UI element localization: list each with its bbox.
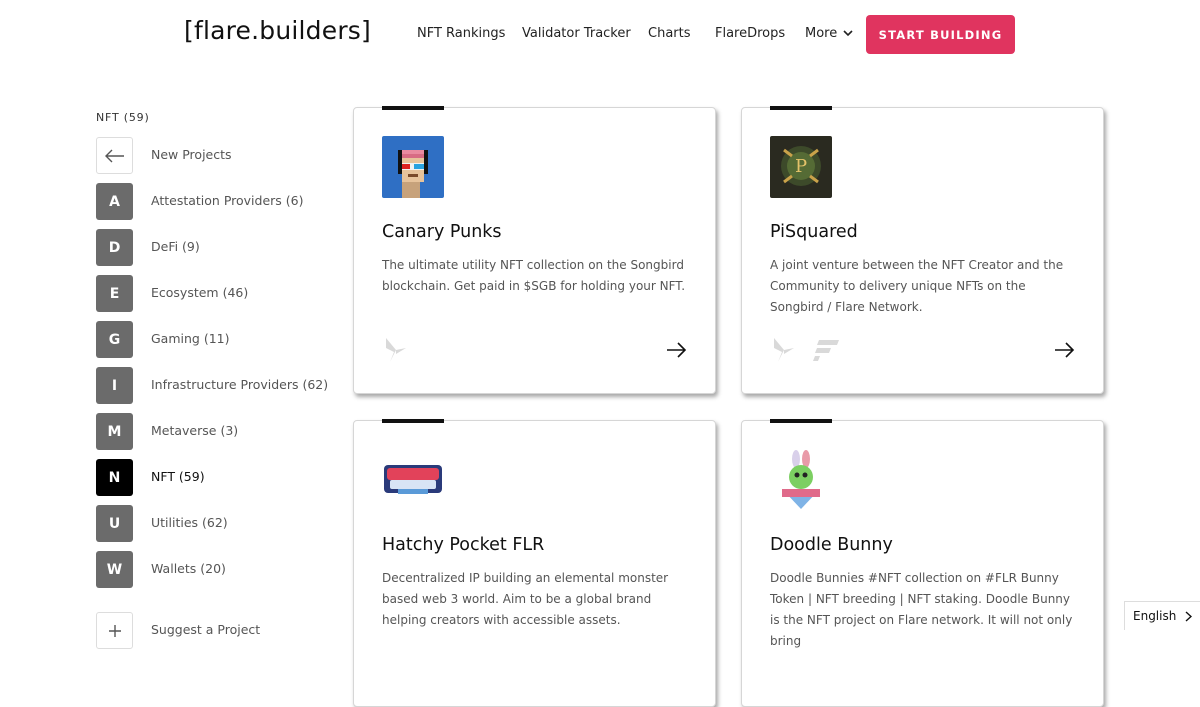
sidebar-item-label: Utilities (62) [151,515,228,530]
plus-icon [96,612,133,649]
sidebar-item-new-projects[interactable]: New Projects [96,137,326,174]
sidebar-item-label: Wallets (20) [151,561,226,576]
sidebar-item-infrastructure-providers[interactable]: I Infrastructure Providers (62) [96,367,329,404]
sidebar-item-gaming[interactable]: G Gaming (11) [96,321,326,358]
doodle-bunny-logo [770,449,832,511]
card-description: A joint venture between the NFT Creator … [770,258,1064,314]
sidebar-item-label: Ecosystem (46) [151,285,249,300]
sidebar-item-label: Infrastructure Providers (62) [151,377,329,392]
language-label: English [1133,609,1177,623]
sidebar-item-utilities[interactable]: U Utilities (62) [96,505,326,542]
arrow-right-icon[interactable] [1055,342,1075,358]
card-accent-bar [382,106,444,110]
letter-badge: G [96,321,133,358]
songbird-icon [774,338,794,362]
start-building-button[interactable]: START BUILDING [866,15,1015,54]
sidebar-item-defi[interactable]: D DeFi (9) [96,229,326,266]
sidebar-item-metaverse[interactable]: M Metaverse (3) [96,413,326,450]
sidebar-title: NFT (59) [96,111,150,124]
nav-more-label: More [805,26,838,41]
site-logo[interactable]: [flare.builders] [184,16,371,45]
letter-badge: E [96,275,133,312]
letter-badge: U [96,505,133,542]
card-title: Doodle Bunny [770,535,893,555]
card-title: Hatchy Pocket FLR [382,535,545,555]
sidebar-item-label: Metaverse (3) [151,423,239,438]
sidebar-item-ecosystem[interactable]: E Ecosystem (46) [96,275,326,312]
nav-flaredrops[interactable]: FlareDrops [715,26,785,41]
letter-badge: N [96,459,133,496]
letter-badge: D [96,229,133,266]
arrow-right-icon[interactable] [667,342,687,358]
nav-validator-tracker[interactable]: Validator Tracker [522,26,631,41]
sidebar-item-label: Attestation Providers (6) [151,193,304,208]
card-accent-bar [770,419,832,423]
sidebar-item-label: DeFi (9) [151,239,200,254]
songbird-icon [386,338,406,362]
sidebar-item-nft[interactable]: N NFT (59) [96,459,326,496]
chevron-down-icon [843,30,853,37]
letter-badge: A [96,183,133,220]
card-description: Doodle Bunnies #NFT collection on #FLR B… [770,571,1073,648]
sidebar-item-attestation-providers[interactable]: A Attestation Providers (6) [96,183,326,220]
language-selector[interactable]: English [1124,601,1200,630]
project-card[interactable]: Doodle Bunny Doodle Bunnies #NFT collect… [741,419,1104,707]
card-chains [382,336,408,364]
sidebar-item-wallets[interactable]: W Wallets (20) [96,551,326,588]
nav-more[interactable]: More [805,26,853,41]
svg-text:P: P [795,156,807,177]
project-card[interactable]: Hatchy Pocket FLR Decentralized IP build… [353,419,716,707]
sidebar-item-suggest-project[interactable]: Suggest a Project [96,612,326,649]
back-arrow-icon [96,137,133,174]
card-accent-bar [382,419,444,423]
nav-charts[interactable]: Charts [648,26,691,41]
project-card[interactable]: P PiSquared A joint venture between the … [741,106,1104,394]
card-title: PiSquared [770,222,858,242]
card-description: The ultimate utility NFT collection on t… [382,258,686,293]
card-chains [770,336,841,364]
card-title: Canary Punks [382,222,502,242]
letter-badge: M [96,413,133,450]
chevron-right-icon [1185,611,1192,622]
pixel-punk-avatar [382,136,444,198]
letter-badge: I [96,367,133,404]
sidebar-item-label: New Projects [151,147,232,162]
flare-icon [813,340,840,361]
letter-badge: W [96,551,133,588]
card-accent-bar [770,106,832,110]
hatchy-pocket-logo [382,449,444,511]
card-description: Decentralized IP building an elemental m… [382,571,669,627]
pisquared-crest: P [770,136,832,198]
sidebar-item-label: Gaming (11) [151,331,230,346]
project-card[interactable]: Canary Punks The ultimate utility NFT co… [353,106,716,394]
sidebar-item-label: NFT (59) [151,469,205,484]
nav-nft-rankings[interactable]: NFT Rankings [417,26,505,41]
